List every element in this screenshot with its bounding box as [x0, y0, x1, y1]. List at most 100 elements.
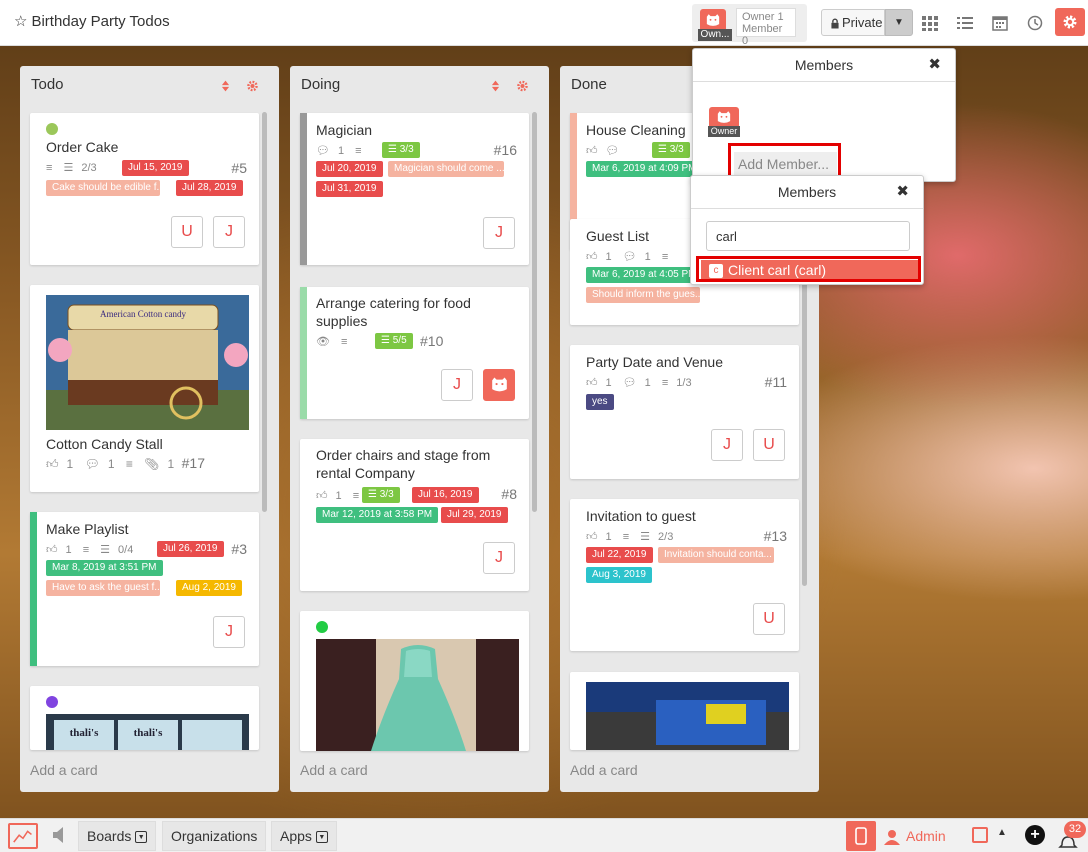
- cotton-candy-sign-text: American Cotton candy: [100, 309, 186, 319]
- visibility-button[interactable]: Private: [821, 9, 885, 36]
- list-title[interactable]: Done: [571, 76, 607, 93]
- sort-icon[interactable]: [491, 79, 500, 93]
- apps-menu[interactable]: Apps ▼: [271, 821, 337, 851]
- list-gear-icon[interactable]: [246, 79, 259, 93]
- comment-icon: 💬︎: [316, 145, 330, 157]
- checklist-label: ☰ 3/3: [652, 142, 690, 158]
- member-avatar[interactable]: U: [753, 429, 785, 461]
- comment-icon: 💬︎: [84, 457, 100, 471]
- bear-icon: [492, 377, 507, 392]
- card-cotton-candy-stall[interactable]: American Cotton candy Cotton Candy Stall…: [30, 285, 259, 492]
- card-order-chairs[interactable]: Order chairs and stage from rental Compa…: [300, 439, 529, 591]
- grid-view-icon[interactable]: [921, 14, 939, 32]
- card-number: #3: [231, 541, 247, 557]
- add-card-link[interactable]: Add a card: [30, 762, 98, 778]
- due-date-label: Jul 15, 2019: [122, 160, 189, 176]
- list-scrollbar[interactable]: [532, 112, 537, 512]
- description-icon: ≡: [622, 531, 630, 543]
- speaker-icon[interactable]: [52, 825, 66, 845]
- like-icon: 👍︎: [586, 251, 598, 263]
- star-icon[interactable]: ☆: [14, 13, 27, 30]
- owner-badge[interactable]: Own... Owner 1 Member 0: [692, 4, 807, 47]
- caret-up-icon[interactable]: ▲: [997, 827, 1007, 838]
- due-date-label: Jul 26, 2019: [157, 541, 224, 557]
- like-icon: 👍︎: [316, 490, 328, 502]
- list-todo: Todo Order Cake ≡ ☰ 2/3 Jul 15, 2019 #5 C…: [20, 66, 279, 792]
- organizations-menu[interactable]: Organizations: [162, 821, 267, 851]
- visibility-dropdown-caret[interactable]: ▼: [885, 9, 913, 36]
- add-card-link[interactable]: Add a card: [570, 762, 638, 778]
- member-avatar[interactable]: J: [711, 429, 743, 461]
- activity-button[interactable]: [8, 823, 38, 849]
- checklist-label: ☰ 3/3: [362, 487, 400, 503]
- card-number: #8: [501, 486, 517, 502]
- member-avatar[interactable]: J: [483, 217, 515, 249]
- member-search-input[interactable]: [706, 221, 910, 251]
- member-avatar[interactable]: J: [213, 616, 245, 648]
- list-view-icon[interactable]: [956, 14, 974, 32]
- admin-user-menu[interactable]: Admin: [884, 825, 946, 849]
- shield-icon[interactable]: [972, 827, 988, 843]
- caret-square-icon: ▼: [135, 831, 148, 844]
- list-title[interactable]: Todo: [31, 76, 64, 93]
- plus-icon[interactable]: +: [1025, 825, 1045, 845]
- member-counts: Owner 1 Member 0: [736, 8, 796, 47]
- list-doing: Doing Magician 💬︎ 1 ≡ ☰ 3/3 #16 Jul 20, 2…: [290, 66, 549, 792]
- board-header: ☆ Birthday Party Todos Own... Owner 1 Mem…: [0, 0, 1088, 47]
- card-party-date-venue[interactable]: Party Date and Venue 👍︎ 1 💬︎ 1 ≡ 1/3 #11 ye…: [570, 345, 799, 479]
- description-icon: ≡: [355, 145, 362, 157]
- sort-icon[interactable]: [221, 79, 230, 93]
- mobile-app-button[interactable]: [846, 821, 876, 851]
- like-icon: 👍︎: [586, 145, 598, 157]
- owner-member-avatar[interactable]: Owner: [708, 107, 740, 137]
- owner-avatar[interactable]: [483, 369, 515, 401]
- like-icon: 👍︎: [586, 531, 598, 543]
- board-settings-button[interactable]: [1055, 8, 1085, 36]
- card-arrange-catering[interactable]: Arrange catering for food supplies 👁︎ ≡ …: [300, 287, 529, 419]
- card-number: #16: [493, 142, 517, 158]
- card-number: #17: [181, 455, 205, 471]
- card-thalis[interactable]: thali's thali's: [30, 686, 259, 750]
- gear-icon: [1063, 15, 1077, 29]
- calendar-icon[interactable]: [991, 14, 1009, 32]
- card-invitation-to-guest[interactable]: Invitation to guest 👍︎ 1 ≡ ☰ 2/3 #13 Jul 2…: [570, 499, 799, 651]
- card-make-playlist[interactable]: Make Playlist 👍︎ 1 ≡ ☰ 0/4 Jul 26, 2019 #3…: [30, 512, 259, 666]
- note-label: Magician should come ...: [388, 161, 504, 177]
- card-order-cake[interactable]: Order Cake ≡ ☰ 2/3 Jul 15, 2019 #5 Cake s…: [30, 113, 259, 265]
- card-bounce-house[interactable]: [570, 672, 799, 750]
- created-date-label: Mar 12, 2019 at 3:58 PM: [316, 507, 439, 523]
- board-title[interactable]: ☆ Birthday Party Todos: [14, 12, 170, 30]
- list-gear-icon[interactable]: [516, 79, 529, 93]
- mobile-icon: [855, 827, 867, 845]
- label-dot: [316, 621, 328, 633]
- member-avatar[interactable]: U: [753, 603, 785, 635]
- end-date-label: Jul 28, 2019: [176, 180, 243, 196]
- card-dress[interactable]: [300, 611, 529, 751]
- owner-avatar[interactable]: Own...: [698, 9, 732, 41]
- member-avatar[interactable]: J: [483, 542, 515, 574]
- list-title[interactable]: Doing: [301, 76, 340, 93]
- description-icon: ≡: [352, 490, 360, 502]
- add-card-link[interactable]: Add a card: [300, 762, 368, 778]
- list-scrollbar[interactable]: [262, 112, 267, 512]
- clock-icon[interactable]: [1026, 14, 1044, 32]
- list-actions: [209, 77, 259, 93]
- card-magician[interactable]: Magician 💬︎ 1 ≡ ☰ 3/3 #16 Jul 20, 2019 Ma…: [300, 113, 529, 265]
- due-date-label: Jul 16, 2019: [412, 487, 479, 503]
- description-icon: ≡: [82, 544, 90, 556]
- footer-bar: Boards ▼ Organizations Apps ▼ Admin ▲ + …: [0, 818, 1088, 852]
- description-icon: ≡: [341, 336, 348, 348]
- tag-label: yes: [586, 394, 614, 410]
- member-avatar[interactable]: J: [213, 216, 245, 248]
- card-number: #13: [763, 528, 787, 544]
- comment-icon: 💬︎: [622, 251, 637, 263]
- member-avatar[interactable]: U: [171, 216, 203, 248]
- close-icon[interactable]: ✖: [896, 176, 909, 208]
- member-avatar[interactable]: J: [441, 369, 473, 401]
- book-cover-text: thali's: [70, 727, 99, 739]
- label-dot: [46, 696, 58, 708]
- note-label: Have to ask the guest f...: [46, 580, 160, 596]
- card-number: #11: [764, 374, 787, 390]
- close-icon[interactable]: ✖: [928, 49, 941, 81]
- boards-menu[interactable]: Boards ▼: [78, 821, 157, 851]
